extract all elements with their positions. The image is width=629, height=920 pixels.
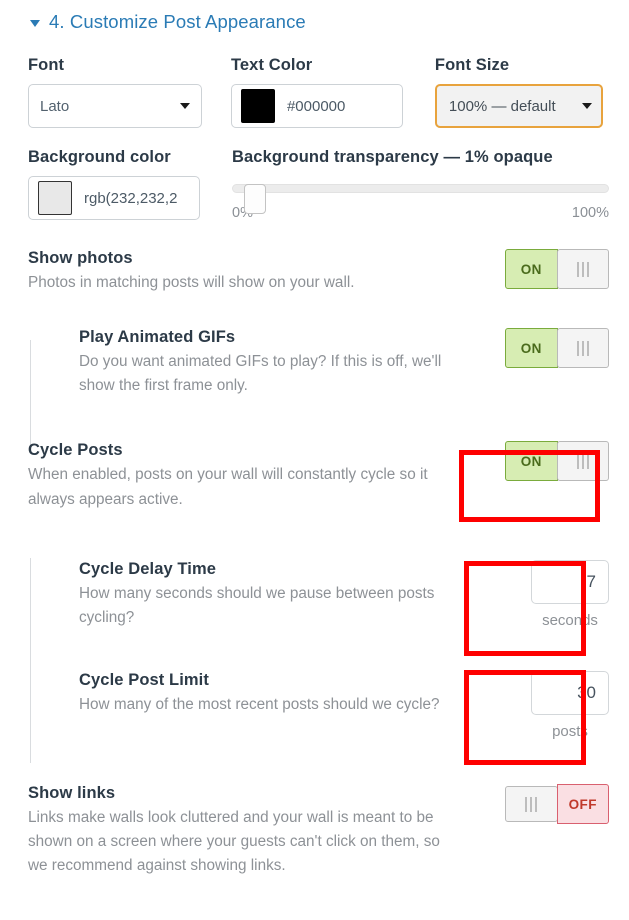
- grip-icon: [576, 453, 589, 469]
- font-size-select-value: 100% — default: [448, 97, 556, 115]
- cycle-post-limit-input[interactable]: 30: [531, 671, 609, 716]
- toggle-on-label: ON: [505, 249, 558, 289]
- toggle-knob[interactable]: [556, 441, 609, 482]
- slider-handle[interactable]: [244, 184, 266, 214]
- text-color-picker[interactable]: #000000: [230, 84, 403, 128]
- toggle-play-animated-gifs[interactable]: ON: [505, 328, 609, 369]
- cycle-post-limit-field: 30 posts: [531, 671, 609, 740]
- font-select[interactable]: Lato: [28, 84, 202, 128]
- chevron-down-icon: [581, 103, 592, 109]
- cycle-post-limit-unit: posts: [552, 723, 588, 741]
- cycle-delay-time-unit: seconds: [542, 611, 598, 629]
- option-title: Cycle Posts: [28, 441, 123, 460]
- font-select-value: Lato: [40, 97, 70, 115]
- font-size-select[interactable]: 100% — default: [434, 84, 603, 128]
- appearance-field-row: Font Lato Text Color #000000 Font Size 1…: [28, 56, 609, 128]
- background-transparency-slider[interactable]: 0% 100%: [232, 184, 609, 221]
- option-play-animated-gifs: Play Animated GIFs Do you want animated …: [28, 328, 609, 398]
- option-text: Show photos Photos in matching posts wil…: [28, 249, 355, 295]
- option-title: Play Animated GIFs: [79, 328, 236, 347]
- toggle-show-photos[interactable]: ON: [505, 249, 609, 289]
- toggle-show-links[interactable]: OFF: [505, 784, 609, 825]
- toggle-on-label: ON: [505, 328, 558, 369]
- option-title: Cycle Delay Time: [79, 559, 217, 578]
- option-cycle-post-limit: Cycle Post Limit How many of the most re…: [28, 671, 609, 740]
- background-transparency-field: Background transparency — 1% opaque 0% 1…: [232, 148, 609, 221]
- option-cycle-delay-time: Cycle Delay Time How many seconds should…: [28, 559, 609, 630]
- option-text: Show links Links make walls look clutter…: [28, 784, 458, 878]
- background-color-picker[interactable]: rgb(232,232,2: [28, 176, 200, 220]
- font-label: Font: [28, 56, 65, 74]
- option-description: Photos in matching posts will show on yo…: [28, 274, 355, 291]
- text-color-swatch[interactable]: [240, 89, 275, 123]
- toggle-knob[interactable]: [556, 328, 609, 369]
- slider-track[interactable]: [232, 184, 609, 193]
- slider-scale: 0% 100%: [232, 205, 609, 221]
- cycle-delay-time-input[interactable]: 7: [531, 559, 609, 604]
- toggle-cycle-posts[interactable]: ON: [505, 441, 609, 482]
- option-description: Do you want animated GIFs to play? If th…: [79, 353, 442, 395]
- section-header[interactable]: 4. Customize Post Appearance: [30, 0, 609, 33]
- text-color-label: Text Color: [230, 56, 313, 74]
- background-transparency-label: Background transparency — 1% opaque: [232, 148, 553, 166]
- option-description: When enabled, posts on your wall will co…: [28, 466, 428, 508]
- toggle-knob[interactable]: [505, 786, 558, 823]
- background-color-field: Background color rgb(232,232,2: [28, 148, 232, 221]
- toggle-on-label: ON: [505, 441, 558, 482]
- toggle-knob[interactable]: [556, 249, 609, 289]
- background-color-value: rgb(232,232,2: [84, 189, 178, 207]
- option-description: How many of the most recent posts should…: [79, 696, 440, 714]
- option-cycle-posts: Cycle Posts When enabled, posts on your …: [28, 441, 609, 511]
- option-description: Links make walls look cluttered and your…: [28, 809, 440, 875]
- option-text: Play Animated GIFs Do you want animated …: [79, 328, 471, 398]
- option-text: Cycle Posts When enabled, posts on your …: [28, 441, 448, 511]
- font-field: Font Lato: [28, 56, 231, 128]
- option-text: Cycle Post Limit How many of the most re…: [79, 671, 440, 717]
- background-color-swatch[interactable]: [38, 181, 72, 215]
- option-text: Cycle Delay Time How many seconds should…: [79, 560, 469, 630]
- grip-icon: [525, 796, 538, 812]
- font-size-label: Font Size: [434, 56, 510, 74]
- background-color-label: Background color: [28, 148, 171, 166]
- slider-max-label: 100%: [571, 205, 609, 221]
- text-color-field: Text Color #000000: [230, 56, 435, 128]
- font-size-field: Font Size 100% — default: [434, 56, 609, 128]
- grip-icon: [576, 261, 589, 277]
- caret-down-icon[interactable]: [30, 20, 40, 27]
- toggle-off-label: OFF: [556, 784, 609, 825]
- text-color-value: #000000: [286, 97, 346, 115]
- option-description: How many seconds should we pause between…: [79, 584, 435, 626]
- background-row: Background color rgb(232,232,2 Backgroun…: [28, 148, 609, 221]
- customize-post-appearance-panel: 4. Customize Post Appearance Font Lato T…: [0, 0, 629, 879]
- option-title: Show links: [28, 784, 116, 803]
- option-title: Show photos: [28, 249, 133, 267]
- option-title: Cycle Post Limit: [79, 671, 209, 690]
- cycle-delay-time-field: 7 seconds: [531, 559, 609, 629]
- grip-icon: [576, 340, 589, 356]
- option-show-photos: Show photos Photos in matching posts wil…: [28, 249, 609, 295]
- chevron-down-icon: [180, 103, 190, 109]
- option-show-links: Show links Links make walls look clutter…: [28, 784, 609, 878]
- page-title: 4. Customize Post Appearance: [49, 11, 306, 32]
